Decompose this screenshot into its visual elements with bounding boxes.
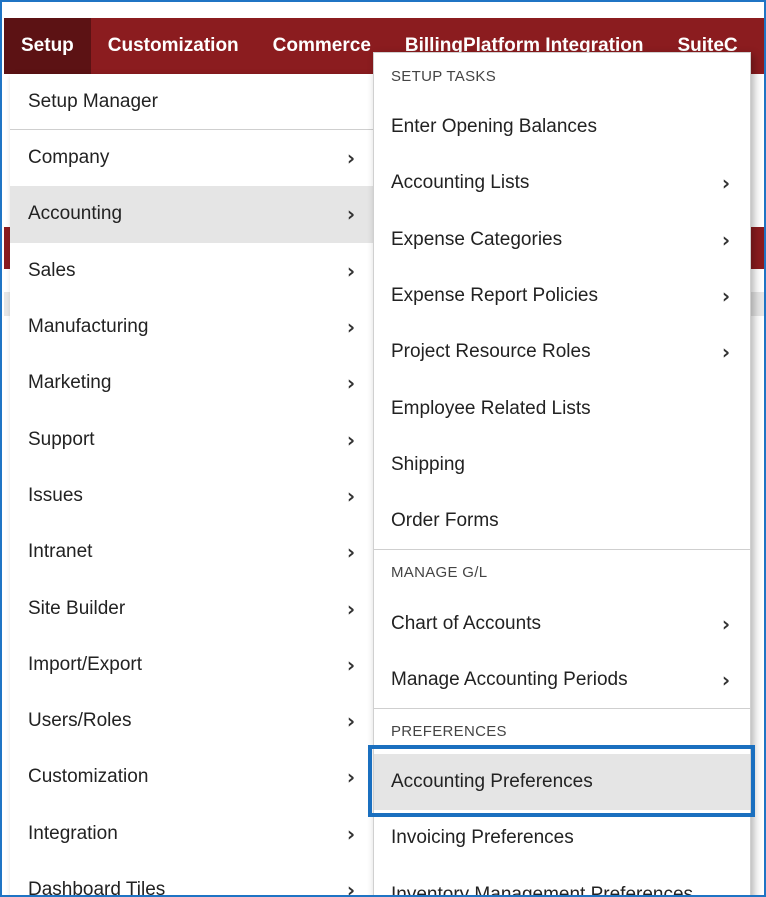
menu-item-issues[interactable]: Issues › — [10, 468, 373, 524]
chevron-right-icon: › — [346, 596, 356, 621]
menu-item-label: Manufacturing — [28, 316, 149, 338]
menu-item-label: Integration — [28, 822, 118, 844]
chevron-right-icon: › — [721, 667, 731, 692]
section-header-manage-gl: MANAGE G/L — [374, 549, 750, 595]
menu-item-label: Accounting — [28, 203, 123, 225]
menu-item-intranet[interactable]: Intranet › — [10, 524, 373, 580]
menu-item-label: Sales — [28, 259, 76, 281]
section-header-setup-tasks: SETUP TASKS — [391, 67, 497, 85]
menu-item-site-builder[interactable]: Site Builder › — [10, 580, 373, 636]
chevron-right-icon: › — [721, 340, 731, 365]
chevron-right-icon: › — [346, 540, 356, 565]
submenu-item-shipping[interactable]: Shipping — [374, 437, 750, 493]
section-header-preferences: PREFERENCES — [374, 707, 750, 754]
menu-item-label: Customization — [28, 766, 149, 788]
submenu-item-order-forms[interactable]: Order Forms — [374, 493, 750, 549]
submenu-item-expense-categories[interactable]: Expense Categories › — [374, 212, 750, 268]
submenu-item-expense-report-policies[interactable]: Expense Report Policies › — [374, 268, 750, 324]
menu-item-support[interactable]: Support › — [10, 411, 373, 467]
menu-item-setup-manager[interactable]: Setup Manager — [10, 74, 373, 130]
menu-item-label: Site Builder — [28, 597, 126, 619]
menu-item-label: Dashboard Tiles — [28, 879, 166, 897]
submenu-item-label: Invoicing Preferences — [391, 827, 574, 849]
menu-item-label: Issues — [28, 484, 83, 506]
submenu-item-label: Expense Categories — [391, 228, 563, 250]
menu-item-dashboard-tiles[interactable]: Dashboard Tiles › — [10, 862, 373, 897]
chevron-right-icon: › — [346, 371, 356, 396]
submenu-item-label: Order Forms — [391, 510, 499, 532]
submenu-item-manage-accounting-periods[interactable]: Manage Accounting Periods › — [374, 652, 750, 708]
nav-tab-customization[interactable]: Customization — [91, 18, 256, 74]
submenu-item-chart-of-accounts[interactable]: Chart of Accounts › — [374, 595, 750, 651]
submenu-item-label: Accounting Preferences — [391, 771, 593, 793]
chevron-right-icon: › — [346, 202, 356, 227]
menu-item-manufacturing[interactable]: Manufacturing › — [10, 299, 373, 355]
screenshot-frame: Setup Customization Commerce BillingPlat… — [0, 0, 766, 897]
menu-item-label: Support — [28, 428, 95, 450]
chevron-right-icon: › — [346, 315, 356, 340]
menu-item-users-roles[interactable]: Users/Roles › — [10, 693, 373, 749]
accounting-submenu: SETUP TASKS Enter Opening Balances Accou… — [373, 52, 751, 897]
menu-item-import-export[interactable]: Import/Export › — [10, 637, 373, 693]
submenu-item-label: Chart of Accounts — [391, 612, 541, 634]
menu-item-company[interactable]: Company › — [10, 130, 373, 186]
submenu-item-employee-related-lists[interactable]: Employee Related Lists — [374, 380, 750, 436]
submenu-item-inventory-management-preferences[interactable]: Inventory Management Preferences — [374, 867, 750, 897]
submenu-item-label: Expense Report Policies — [391, 285, 598, 307]
chevron-right-icon: › — [346, 427, 356, 452]
chevron-right-icon: › — [346, 821, 356, 846]
menu-item-integration[interactable]: Integration › — [10, 806, 373, 862]
menu-item-label: Company — [28, 147, 110, 169]
menu-item-label: Intranet — [28, 541, 93, 563]
chevron-right-icon: › — [721, 171, 731, 196]
chevron-right-icon: › — [346, 483, 356, 508]
menu-item-customization[interactable]: Customization › — [10, 749, 373, 805]
chevron-right-icon: › — [721, 227, 731, 252]
menu-item-label: Marketing — [28, 372, 112, 394]
chevron-right-icon: › — [721, 284, 731, 309]
submenu-item-label: Accounting Lists — [391, 172, 530, 194]
menu-item-label: Users/Roles — [28, 710, 132, 732]
menu-item-marketing[interactable]: Marketing › — [10, 355, 373, 411]
chevron-right-icon: › — [346, 258, 356, 283]
submenu-item-label: Shipping — [391, 453, 465, 475]
chevron-right-icon: › — [346, 765, 356, 790]
submenu-item-enter-opening-balances[interactable]: Enter Opening Balances — [374, 99, 750, 155]
chevron-right-icon: › — [721, 611, 731, 636]
submenu-item-label: Manage Accounting Periods — [391, 668, 628, 690]
submenu-item-label: Enter Opening Balances — [391, 116, 597, 138]
submenu-item-label: Inventory Management Preferences — [391, 883, 694, 897]
submenu-item-project-resource-roles[interactable]: Project Resource Roles › — [374, 324, 750, 380]
submenu-item-label: Project Resource Roles — [391, 341, 591, 363]
menu-item-label: Import/Export — [28, 653, 143, 675]
submenu-item-label: Employee Related Lists — [391, 397, 591, 419]
submenu-item-accounting-preferences[interactable]: Accounting Preferences — [374, 753, 750, 811]
nav-tab-setup[interactable]: Setup — [4, 18, 91, 74]
chevron-right-icon: › — [346, 709, 356, 734]
submenu-item-accounting-lists[interactable]: Accounting Lists › — [374, 155, 750, 211]
nav-tab-commerce[interactable]: Commerce — [256, 18, 388, 74]
chevron-right-icon: › — [346, 878, 356, 897]
menu-item-sales[interactable]: Sales › — [10, 243, 373, 299]
chevron-right-icon: › — [346, 652, 356, 677]
chevron-right-icon: › — [346, 146, 356, 171]
menu-item-accounting[interactable]: Accounting › — [10, 186, 373, 243]
setup-dropdown-menu: Setup Manager Company › Accounting › Sal… — [10, 74, 374, 897]
submenu-item-invoicing-preferences[interactable]: Invoicing Preferences — [374, 810, 750, 866]
